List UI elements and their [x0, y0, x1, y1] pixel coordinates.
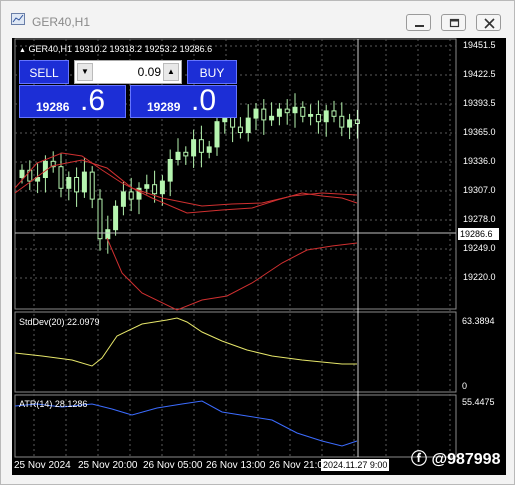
candle-body	[323, 110, 329, 123]
candle-body	[152, 184, 158, 195]
candle-body	[237, 126, 243, 133]
title-bar[interactable]: GER40,H1	[1, 1, 514, 33]
candle-body	[58, 166, 64, 189]
crosshair-time-label: 2024.11.27 9:00	[321, 459, 390, 471]
buy-quote[interactable]: 19289 .0	[130, 84, 237, 118]
chevron-up-icon: ▲	[167, 67, 175, 76]
chart-canvas[interactable]: ▲ GER40,H1 19310.2 19318.2 19253.2 19286…	[12, 38, 506, 475]
candle-body	[128, 191, 134, 200]
candle-body	[315, 114, 321, 123]
watermark: ⓕ @987998	[411, 451, 501, 468]
lot-size-field[interactable]: ▼ 0.09 ▲	[74, 60, 182, 84]
collapse-triangle-icon[interactable]: ▲	[19, 47, 26, 54]
time-label-4: 26 Nov 13:00	[206, 460, 266, 471]
minimize-icon	[415, 25, 424, 27]
chevron-down-icon: ▼	[81, 67, 89, 76]
candle-body	[19, 169, 25, 179]
sell-button[interactable]: SELL	[19, 60, 69, 84]
atr-max: 55.4475	[462, 397, 495, 407]
candle-body	[183, 151, 189, 157]
candle-body	[347, 119, 353, 128]
minimize-button[interactable]	[406, 14, 431, 31]
candle-body	[167, 159, 173, 182]
price-scale-label: 19307.0	[463, 185, 496, 195]
restore-button[interactable]	[441, 14, 466, 31]
chart-window: GER40,H1 ▲ GER40,H1 19310.2 19318.2 1925…	[0, 0, 515, 485]
candle-body	[191, 139, 197, 157]
price-scale-label: 19249.0	[463, 243, 496, 253]
candle-body	[261, 108, 267, 121]
time-label-1: 25 Nov 2024	[14, 460, 71, 471]
sell-price-pips: .6	[80, 84, 106, 117]
social-logo-icon: ⓕ	[411, 451, 428, 468]
lot-value[interactable]: 0.09	[95, 65, 161, 79]
candle-body	[81, 171, 87, 193]
candle-body	[105, 229, 111, 240]
candle-body	[175, 151, 181, 161]
candle-body	[74, 177, 80, 193]
candle-body	[292, 106, 298, 114]
sell-quote[interactable]: 19286 .6	[19, 84, 126, 118]
one-click-trading-panel: SELL ▼ 0.09 ▲ BUY 19286 .6 19289 .0	[19, 60, 239, 118]
candle-body	[300, 106, 306, 117]
price-scale-label: 19422.5	[463, 69, 496, 79]
price-scale-label: 19365.0	[463, 127, 496, 137]
lot-increase-button[interactable]: ▲	[163, 63, 179, 81]
atr-label: ATR(14) 28.1286	[19, 399, 88, 409]
lot-decrease-button[interactable]: ▼	[77, 63, 93, 81]
time-label-2: 25 Nov 20:00	[78, 460, 138, 471]
buy-price-main: 19289	[147, 100, 181, 114]
chart-window-icon	[11, 13, 25, 25]
candle-body	[284, 108, 290, 114]
buy-button[interactable]: BUY	[187, 60, 237, 84]
time-label-3: 26 Nov 05:00	[143, 460, 203, 471]
close-button[interactable]	[476, 14, 501, 31]
candle-body	[269, 115, 275, 121]
window-title: GER40,H1	[32, 15, 91, 29]
candle-body	[308, 114, 314, 117]
candle-body	[245, 117, 251, 133]
candle-body	[144, 184, 150, 189]
candle-body	[120, 191, 126, 207]
price-scale-label: 19220.0	[463, 272, 496, 282]
candle-body	[276, 108, 282, 117]
close-icon	[484, 18, 495, 29]
symbol-info: ▲ GER40,H1 19310.2 19318.2 19253.2 19286…	[19, 44, 213, 54]
candle-body	[89, 171, 95, 200]
candle-body	[354, 119, 360, 125]
price-scale-label: 19451.5	[463, 40, 496, 50]
candle-body	[113, 205, 119, 231]
time-label-5: 26 Nov 21:00	[269, 460, 329, 471]
stddev-label: StdDev(20) 22.0979	[19, 317, 100, 327]
price-scale-label: 19278.0	[463, 214, 496, 224]
price-scale-label: 19336.0	[463, 156, 496, 166]
sell-price-main: 19286	[36, 100, 70, 114]
candle-body	[206, 146, 212, 153]
stddev-min: 0	[462, 381, 468, 391]
stddev-max: 63.3894	[462, 316, 495, 326]
candle-body	[198, 139, 204, 153]
restore-icon	[449, 18, 460, 28]
current-price-tag: 19286.6	[458, 228, 499, 240]
candle-body	[66, 177, 72, 189]
candle-body	[339, 115, 345, 128]
price-scale-label: 19393.5	[463, 98, 496, 108]
buy-price-pips: .0	[191, 84, 217, 117]
candle-body	[331, 110, 337, 117]
candle-body	[253, 108, 259, 119]
candle-body	[159, 180, 165, 195]
candle-body	[214, 121, 220, 148]
